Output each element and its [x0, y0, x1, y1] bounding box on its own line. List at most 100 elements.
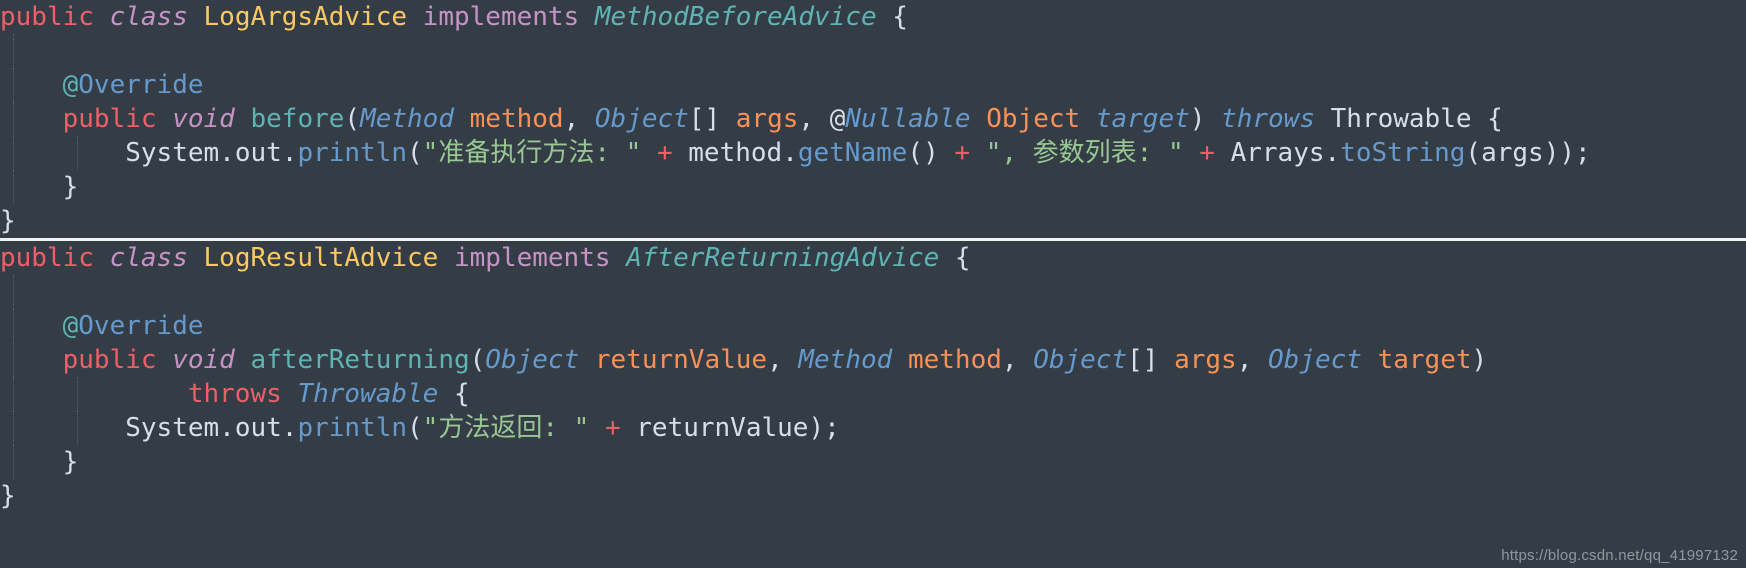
code-token: public: [62, 104, 157, 134]
code-token: (: [344, 104, 361, 134]
code-token: Override: [78, 311, 204, 341]
code-token: Throwable: [1330, 104, 1472, 134]
code-token: Method: [360, 104, 454, 134]
code-token: (: [407, 138, 423, 168]
code-token: void: [172, 104, 235, 134]
code-token: target: [1095, 104, 1190, 134]
code-token: public: [0, 243, 94, 273]
code-token: Object: [1033, 345, 1128, 375]
code-token: class: [109, 2, 188, 32]
code-token: }: [0, 172, 79, 202]
code-token: .: [782, 138, 798, 168]
code-line[interactable]: public class LogArgsAdvice implements Me…: [0, 0, 1746, 34]
code-block-log-args-advice: public class LogArgsAdvice implements Me…: [0, 0, 1746, 238]
code-token: target: [1377, 345, 1472, 375]
code-token: MethodBeforeAdvice: [594, 2, 877, 32]
code-token: args: [735, 104, 799, 134]
code-token: method: [907, 345, 1002, 375]
code-token: @: [829, 104, 846, 134]
code-line[interactable]: public class LogResultAdvice implements …: [0, 241, 1746, 275]
code-line[interactable]: @Override: [0, 309, 1746, 343]
code-token: AfterReturningAdvice: [626, 243, 940, 273]
code-token: Object: [986, 104, 1081, 134]
code-token: .: [281, 413, 298, 443]
code-token: Object: [594, 104, 689, 134]
code-token: Nullable: [845, 104, 971, 134]
code-line[interactable]: throws Throwable {: [0, 377, 1746, 411]
code-token: println: [297, 413, 408, 443]
code-token: throws: [187, 379, 282, 409]
code-token: {: [939, 243, 971, 273]
code-token: System: [125, 138, 220, 168]
code-token: ,: [1001, 345, 1034, 375]
code-token: out: [234, 413, 282, 443]
code-token: args: [1481, 138, 1544, 168]
code-screenshot: public class LogArgsAdvice implements Me…: [0, 0, 1746, 568]
code-token: {: [1471, 104, 1503, 134]
code-token: returnValue: [594, 345, 768, 375]
code-line[interactable]: public void afterReturning(Object return…: [0, 343, 1746, 377]
code-token: .: [219, 413, 235, 443]
code-token: (): [907, 138, 955, 168]
code-token: throws: [1221, 104, 1315, 134]
code-token: (: [407, 413, 423, 443]
code-line[interactable]: System.out.println("准备执行方法: " + method.g…: [0, 136, 1746, 170]
code-line[interactable]: }: [0, 170, 1746, 204]
code-token: Throwable: [297, 379, 439, 409]
code-line[interactable]: @Override: [0, 68, 1746, 102]
code-token: public: [0, 2, 94, 32]
code-line[interactable]: public void before(Method method, Object…: [0, 102, 1746, 136]
code-line[interactable]: System.out.println("方法返回: " + returnValu…: [0, 411, 1746, 445]
code-token: public: [62, 345, 157, 375]
code-line[interactable]: }: [0, 445, 1746, 479]
code-token: System: [125, 413, 220, 443]
code-line[interactable]: }: [0, 479, 1746, 513]
code-token: .: [219, 138, 235, 168]
code-token: ,: [767, 345, 799, 375]
indent-guide: [13, 275, 15, 309]
code-token: returnValue: [636, 413, 809, 443]
code-token: LogResultAdvice: [203, 243, 439, 273]
code-token: afterReturning: [250, 345, 470, 375]
code-line[interactable]: [0, 275, 1746, 309]
code-token: method: [688, 138, 783, 168]
code-line[interactable]: [0, 34, 1746, 68]
indent-guide: [13, 34, 15, 68]
code-token: ): [1471, 345, 1488, 375]
code-token: getName: [797, 138, 908, 168]
code-token: void: [172, 345, 235, 375]
code-token: toString: [1340, 138, 1466, 168]
code-token: Method: [798, 345, 893, 375]
code-token: []: [688, 104, 736, 134]
code-token: .: [1324, 138, 1341, 168]
code-token: ", 参数列表: ": [985, 138, 1184, 168]
code-token: }: [0, 447, 79, 477]
code-token: @: [62, 311, 79, 341]
code-token: LogArgsAdvice: [203, 2, 408, 32]
code-line[interactable]: }: [0, 204, 1746, 238]
code-token: (: [1465, 138, 1482, 168]
